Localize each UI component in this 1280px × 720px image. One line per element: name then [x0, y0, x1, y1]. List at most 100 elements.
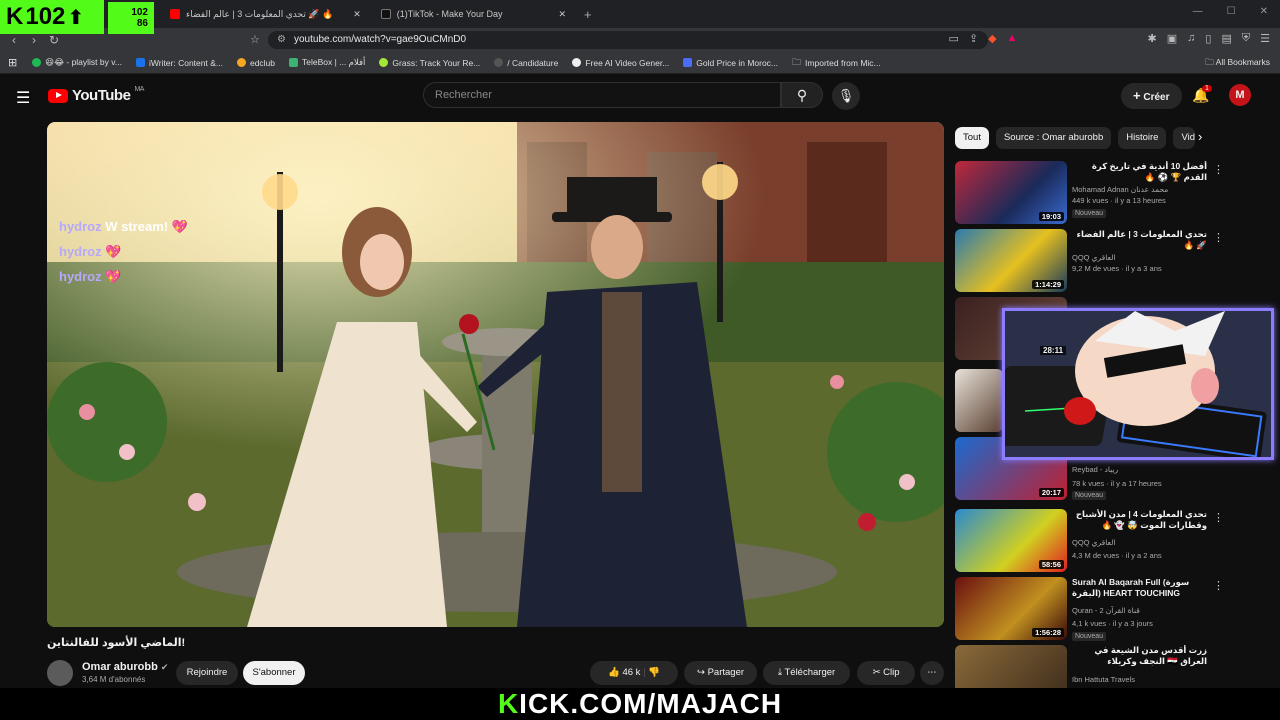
webcam-frame: [1005, 311, 1271, 457]
list-item[interactable]: 19:03 أفضل 10 أندية في تاريخ كرة القدم 🏆…: [955, 161, 1240, 225]
kick-logo-icon: K: [6, 3, 24, 30]
more-vert-icon[interactable]: ⋮: [1213, 231, 1224, 244]
brave-shield-icon[interactable]: ◆: [988, 32, 996, 45]
chat-message: hydroz 💖: [59, 239, 188, 264]
join-button[interactable]: Rejoindre: [176, 661, 238, 685]
video-thumbnail[interactable]: [955, 369, 1003, 432]
apps-grid-icon[interactable]: ⊞: [0, 56, 25, 69]
filter-chips: Tout Source : Omar aburobb Histoire Vid: [955, 127, 1196, 149]
site-info-icon[interactable]: ⚙: [277, 31, 286, 49]
forward-icon[interactable]: ›: [24, 33, 44, 47]
screenshot-icon[interactable]: ▣: [1167, 32, 1177, 45]
chevron-right-icon[interactable]: ›: [1198, 129, 1202, 144]
bookmark-label: / Candidature: [507, 57, 559, 68]
share-button[interactable]: ↪ Partager: [684, 661, 757, 685]
video-thumbnail[interactable]: [955, 645, 1067, 688]
channel-avatar[interactable]: [47, 660, 73, 686]
bookmark-label: Free AI Video Gener...: [585, 57, 670, 68]
video-thumbnail[interactable]: 19:03: [955, 161, 1067, 224]
minimize-icon[interactable]: —: [1193, 6, 1203, 17]
new-badge: Nouveau: [1072, 491, 1107, 500]
clip-button[interactable]: ✂ Clip: [857, 661, 915, 685]
extensions-icon[interactable]: ✱: [1148, 32, 1157, 45]
more-actions-button[interactable]: ⋯: [920, 661, 944, 685]
video-thumbnail[interactable]: 1:56:28: [955, 577, 1067, 640]
bookmark-item[interactable]: / Candidature: [487, 58, 565, 68]
tab-youtube[interactable]: تحدي المعلومات 3 | عالم الفضاء 🚀 🔥 ✕: [160, 0, 371, 28]
thumbs-down-icon: 👎: [648, 667, 661, 678]
user-avatar[interactable]: M: [1229, 84, 1251, 106]
list-item[interactable]: 1:56:28 Surah Al Baqarah Full (سورة البق…: [955, 577, 1240, 641]
bookmark-folder[interactable]: 🗀 Imported from Mic...: [785, 55, 888, 71]
dislike-button[interactable]: 👎: [648, 667, 660, 678]
bookmark-item[interactable]: 😆😂 - playlist by v...: [25, 57, 129, 68]
bookmark-item[interactable]: iWriter: Content &...: [129, 58, 230, 68]
rec-channel[interactable]: Mohamad Adnan محمد عدنان: [1072, 185, 1168, 194]
download-button[interactable]: ⤓ Télécharger: [763, 661, 850, 685]
like-button[interactable]: 👍 46 k: [608, 667, 640, 678]
create-button[interactable]: + Créer: [1121, 83, 1182, 109]
rec-title: زرت أقدس مدن الشيعة في العراق 🇮🇶 النجف و…: [1094, 645, 1207, 666]
video-thumbnail[interactable]: 1:14:29: [955, 229, 1067, 292]
youtube-header: ☰ YouTube MA Rechercher ⚲ 🎙 + Créer 🔔 1 …: [0, 75, 1280, 117]
media-icon[interactable]: ♫: [1187, 32, 1195, 45]
rec-channel[interactable]: Ibn Hattuta Travels: [1072, 675, 1135, 684]
rec-channel[interactable]: Quran - 2 قناة القرآن: [1072, 606, 1140, 615]
bookmark-item[interactable]: edclub: [230, 58, 282, 68]
bookmark-item[interactable]: TeleBox | ... أفلام: [282, 57, 372, 68]
rec-channel[interactable]: QQQ العاقري: [1072, 253, 1115, 262]
close-icon[interactable]: ✕: [353, 9, 361, 20]
more-vert-icon[interactable]: ⋮: [1213, 511, 1224, 524]
voice-search-button[interactable]: 🎙: [832, 82, 860, 110]
share-icon[interactable]: ⇪: [969, 32, 978, 45]
bookmark-item[interactable]: Free AI Video Gener...: [565, 58, 676, 68]
more-vert-icon[interactable]: ⋮: [1213, 579, 1224, 592]
stream-chat-overlay: hydroz W stream! 💖 hydroz 💖 hydroz 💖: [59, 214, 188, 289]
bookmark-item[interactable]: Gold Price in Moroc...: [676, 58, 785, 68]
chip-all[interactable]: Tout: [955, 127, 989, 149]
subscribe-button[interactable]: S'abonner: [243, 661, 305, 685]
telebox-icon: [289, 58, 299, 67]
channel-name[interactable]: Omar aburobb ✔: [82, 661, 168, 673]
bookmark-icon[interactable]: ☆: [250, 33, 260, 46]
reload-icon[interactable]: ↻: [44, 33, 64, 47]
wallet-icon[interactable]: ▤: [1221, 32, 1231, 45]
microphone-icon: 🎙: [837, 88, 855, 103]
hamburger-menu-icon[interactable]: ☰: [16, 88, 30, 108]
rec-channel[interactable]: Reybad - ريباد: [1072, 465, 1118, 474]
list-item[interactable]: زرت أقدس مدن الشيعة في العراق 🇮🇶 النجف و…: [955, 645, 1240, 688]
search-button[interactable]: ⚲: [781, 82, 823, 108]
maximize-icon[interactable]: ☐: [1227, 6, 1236, 17]
address-bar[interactable]: ⚙ youtube.com/watch?v=gae9OuCMnD0: [268, 31, 988, 49]
new-tab-icon[interactable]: +: [584, 7, 592, 22]
share-label: Partager: [707, 667, 745, 678]
more-vert-icon[interactable]: ⋮: [1213, 163, 1224, 176]
rec-channel[interactable]: QQQ العاقري: [1072, 538, 1115, 547]
arrow-up-icon: ⬆: [67, 6, 85, 29]
cast-icon[interactable]: ▭: [949, 32, 959, 45]
vpn-icon[interactable]: ⛨: [1242, 32, 1250, 45]
back-icon[interactable]: ‹: [4, 33, 24, 47]
sidebar-icon[interactable]: ▯: [1205, 32, 1211, 45]
bookmark-label: edclub: [249, 57, 276, 68]
chip-history[interactable]: Histoire: [1118, 127, 1167, 149]
close-window-icon[interactable]: ✕: [1260, 6, 1268, 17]
folder-icon: 🗀: [1205, 57, 1214, 67]
search-placeholder: Rechercher: [435, 89, 492, 101]
list-item[interactable]: 58:56 تحدي المعلومات 4 | مدن الأشباح وقط…: [955, 509, 1240, 573]
bookmark-item[interactable]: Grass: Track Your Re...: [372, 58, 487, 68]
all-bookmarks[interactable]: 🗀 All Bookmarks: [1205, 57, 1270, 71]
chip-source[interactable]: Source : Omar aburobb: [995, 127, 1112, 149]
chip-videos[interactable]: Vid: [1173, 127, 1196, 149]
ai-video-icon: [572, 58, 582, 67]
video-player[interactable]: hydroz W stream! 💖 hydroz 💖 hydroz 💖: [47, 122, 944, 627]
close-icon[interactable]: ✕: [559, 9, 567, 20]
search-input[interactable]: Rechercher: [423, 82, 781, 108]
spotify-icon: [32, 58, 42, 67]
video-thumbnail[interactable]: 58:56: [955, 509, 1067, 572]
tab-tiktok[interactable]: (1)TikTok - Make Your Day ✕: [371, 0, 576, 28]
rewards-icon[interactable]: ▲: [1007, 32, 1018, 45]
list-item[interactable]: 1:14:29 تحدي المعلومات 3 | عالم الفضاء 🚀…: [955, 229, 1240, 293]
youtube-logo[interactable]: YouTube MA: [48, 86, 144, 104]
menu-icon[interactable]: ☰: [1260, 32, 1270, 45]
